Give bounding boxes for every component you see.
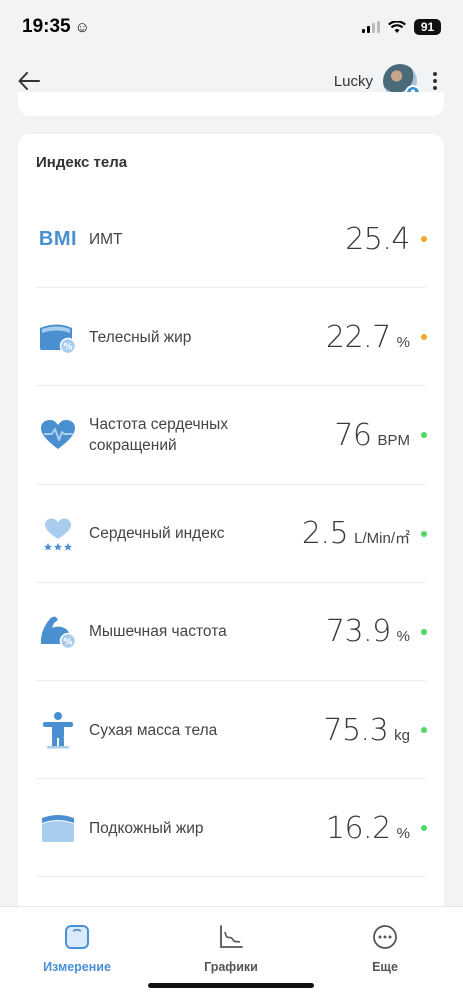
status-icons: 91 xyxy=(362,19,441,35)
metric-value-group: 76 BPM xyxy=(334,418,410,453)
nav-label: Графики xyxy=(204,960,258,974)
metric-unit: kg xyxy=(394,726,410,744)
metric-value: 2.5 xyxy=(301,516,349,552)
cardiac-index-icon xyxy=(38,514,78,554)
metric-value-group: 25.4 xyxy=(345,222,410,257)
metric-label: Сухая масса тела xyxy=(89,721,218,739)
nav-label: Измерение xyxy=(43,960,111,974)
metric-value: 75.3 xyxy=(323,712,389,748)
metric-row-cardiac-index[interactable]: Сердечный индекс 2.5 L/Min/㎡ xyxy=(18,485,444,583)
focus-smiley-icon: ☺ xyxy=(74,18,90,36)
metric-row-subcutaneous-fat[interactable]: Подкожный жир 16.2 % xyxy=(18,779,444,878)
nav-item-more[interactable]: Еще xyxy=(325,923,445,974)
metric-value-group: 22.7 % xyxy=(326,320,410,355)
chart-icon xyxy=(217,923,245,951)
metric-row-body-fat[interactable]: % Телесный жир 22.7 % xyxy=(18,288,444,387)
arrow-left-icon xyxy=(18,72,40,90)
home-indicator xyxy=(148,983,314,988)
wifi-icon xyxy=(388,20,406,33)
status-dot xyxy=(421,825,427,832)
svg-text:%: % xyxy=(63,637,72,647)
clock: 19:35 xyxy=(22,16,71,37)
body-index-card: Индекс тела BMI ИМТ 25.4 % Телесный жир … xyxy=(18,134,444,934)
metric-label: Мышечная частота xyxy=(89,623,227,641)
section-title: Индекс тела xyxy=(36,154,128,171)
nav-item-measurement[interactable]: Измерение xyxy=(17,923,137,974)
status-bar: 19:35 ☺ 91 xyxy=(0,0,463,54)
metric-row-heart-rate[interactable]: Частота сердечных сокращений 76 BPM xyxy=(18,386,444,485)
status-dot xyxy=(421,628,427,635)
metric-value-group: 75.3 kg xyxy=(323,713,410,748)
status-dot xyxy=(421,236,427,243)
metric-unit: BPM xyxy=(377,431,410,449)
dot xyxy=(433,79,437,83)
status-dot xyxy=(421,727,427,734)
status-dot xyxy=(421,530,427,537)
metric-unit: % xyxy=(396,824,410,842)
metric-label: Частота сердечных сокращений xyxy=(89,416,229,455)
metric-value: 25.4 xyxy=(345,221,410,257)
metric-unit: L/Min/㎡ xyxy=(354,530,410,548)
metric-label: Сердечный индекс xyxy=(89,525,225,543)
metric-label: Телесный жир xyxy=(89,328,192,346)
status-time: 19:35 ☺ xyxy=(22,16,90,38)
metric-label: Подкожный жир xyxy=(89,819,204,837)
battery-indicator: 91 xyxy=(414,19,441,35)
metric-value: 22.7 xyxy=(325,319,391,355)
user-name[interactable]: Lucky xyxy=(334,73,373,90)
nav-label: Еще xyxy=(372,960,398,974)
body-fat-icon: % xyxy=(38,317,78,357)
dot xyxy=(433,86,437,90)
back-button[interactable] xyxy=(16,68,42,94)
metric-row-muscle-rate[interactable]: % Мышечная частота 73.9 % xyxy=(18,583,444,682)
subcutaneous-fat-icon xyxy=(38,808,78,848)
metric-unit: % xyxy=(396,333,410,351)
heart-rate-icon xyxy=(38,415,78,455)
muscle-icon: % xyxy=(38,612,78,652)
metric-value: 76 xyxy=(334,417,372,453)
metric-row-lean-body-mass[interactable]: Сухая масса тела 75.3 kg xyxy=(18,681,444,780)
metric-value-group: 73.9 % xyxy=(326,614,410,649)
metric-value: 16.2 xyxy=(325,810,391,846)
dot xyxy=(433,72,437,76)
metric-row-bmi[interactable]: BMI ИМТ 25.4 xyxy=(18,190,444,289)
metric-label: ИМТ xyxy=(89,230,123,248)
svg-text:%: % xyxy=(63,343,72,353)
scale-icon xyxy=(63,923,91,951)
bmi-icon: BMI xyxy=(38,219,78,259)
bmi-icon-text: BMI xyxy=(38,227,78,250)
metric-value-group: 16.2 % xyxy=(326,811,410,846)
metric-value: 73.9 xyxy=(325,614,391,650)
status-dot xyxy=(421,334,427,341)
signal-icon xyxy=(362,21,380,33)
status-dot xyxy=(421,432,427,439)
metric-value-group: 2.5 L/Min/㎡ xyxy=(302,516,410,551)
lean-body-mass-icon xyxy=(38,710,78,750)
nav-item-charts[interactable]: Графики xyxy=(171,923,291,974)
metric-list: BMI ИМТ 25.4 % Телесный жир 22.7 % Часто… xyxy=(18,190,444,878)
previous-card xyxy=(18,92,444,116)
metric-unit: % xyxy=(396,628,410,646)
more-circle-icon xyxy=(371,923,399,951)
